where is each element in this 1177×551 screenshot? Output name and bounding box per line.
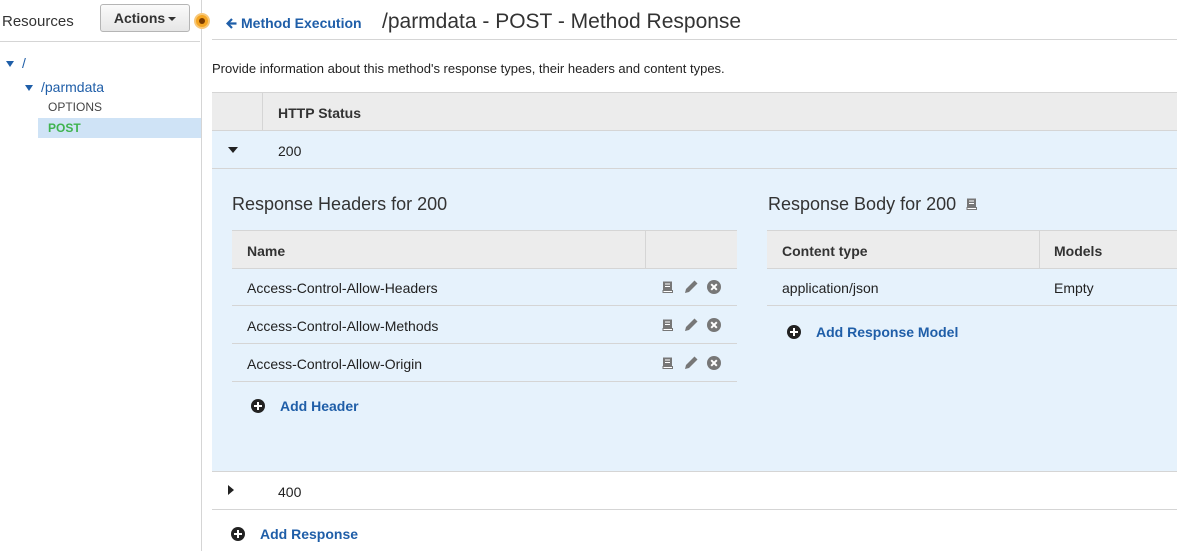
header-row-actions: [660, 279, 722, 295]
response-headers-title: Response Headers for 200: [232, 194, 448, 214]
header-row-actions: [660, 317, 722, 333]
header-row: Access-Control-Allow-Methods: [232, 307, 737, 344]
tree-method-options[interactable]: OPTIONS: [38, 97, 201, 117]
header-row: Access-Control-Allow-Headers: [232, 269, 737, 306]
body-table-header: Content type Models: [767, 230, 1177, 269]
column-divider: [645, 231, 646, 269]
add-response-model-link[interactable]: Add Response Model: [816, 324, 958, 340]
tree-item-parmdata[interactable]: /parmdata: [25, 79, 104, 95]
sidebar-header: Resources Actions: [0, 0, 200, 42]
collapse-caret-icon[interactable]: [228, 147, 238, 153]
status-code: 400: [278, 484, 302, 500]
headers-table-header: Name: [232, 230, 737, 269]
page-title: /parmdata - POST - Method Response: [382, 10, 742, 33]
pencil-icon[interactable]: [683, 279, 699, 295]
resize-handle-icon[interactable]: [194, 13, 210, 29]
column-divider: [1039, 231, 1040, 269]
actions-button-label: Actions: [113, 10, 166, 26]
book-icon[interactable]: [964, 196, 980, 212]
method-execution-label[interactable]: Method Execution: [241, 15, 362, 31]
status-code: 200: [278, 143, 302, 159]
book-icon[interactable]: [660, 279, 676, 295]
plus-circle-icon[interactable]: [787, 325, 801, 339]
arrow-left-icon: [225, 18, 237, 29]
response-body-title-text: Response Body for 200: [768, 194, 957, 214]
name-column-header: Name: [247, 243, 286, 259]
page-description: Provide information about this method's …: [212, 61, 725, 76]
tree-method-post[interactable]: POST: [38, 118, 201, 138]
models-column-header: Models: [1054, 243, 1103, 259]
remove-circle-icon[interactable]: [706, 279, 722, 295]
header-row: Access-Control-Allow-Origin: [232, 345, 737, 382]
status-table-header: HTTP Status: [212, 92, 1177, 132]
model-value: Empty: [1054, 280, 1094, 296]
actions-button[interactable]: Actions: [100, 4, 190, 32]
add-response-link[interactable]: Add Response: [260, 526, 358, 542]
caret-down-icon: [168, 17, 177, 22]
status-row-200[interactable]: 200: [212, 131, 1177, 169]
tree-item-root-label[interactable]: /: [22, 55, 26, 71]
pencil-icon[interactable]: [683, 317, 699, 333]
add-header-link[interactable]: Add Header: [280, 398, 359, 414]
header-name: Access-Control-Allow-Origin: [247, 356, 423, 372]
caret-down-icon[interactable]: [6, 61, 14, 68]
book-icon[interactable]: [660, 355, 676, 371]
header-name: Access-Control-Allow-Headers: [247, 280, 438, 296]
response-body-title: Response Body for 200: [768, 194, 980, 215]
tree-item-root[interactable]: /: [6, 55, 26, 71]
sidebar-title: Resources: [2, 13, 74, 30]
tree-item-parmdata-label[interactable]: /parmdata: [41, 79, 104, 95]
method-execution-link[interactable]: Method Execution: [225, 15, 362, 31]
remove-circle-icon[interactable]: [706, 317, 722, 333]
header-name: Access-Control-Allow-Methods: [247, 318, 439, 334]
pencil-icon[interactable]: [683, 355, 699, 371]
http-status-column-header: HTTP Status: [278, 105, 361, 121]
page-header: Method Execution /parmdata - POST - Meth…: [212, 0, 1177, 40]
remove-circle-icon[interactable]: [706, 355, 722, 371]
status-row-400[interactable]: 400: [212, 472, 1177, 510]
main-content: Method Execution /parmdata - POST - Meth…: [212, 0, 1177, 551]
column-divider: [262, 93, 263, 132]
resources-sidebar: Resources Actions / /parmdata OPTIONS PO…: [0, 0, 202, 551]
expand-caret-icon[interactable]: [228, 485, 234, 495]
plus-circle-icon[interactable]: [251, 399, 265, 413]
header-row-actions: [660, 355, 722, 371]
caret-down-icon[interactable]: [25, 85, 33, 92]
body-row: application/json Empty: [767, 269, 1177, 306]
status-200-details: Response Headers for 200 Name Access-Con…: [212, 169, 1177, 472]
book-icon[interactable]: [660, 317, 676, 333]
content-type-value: application/json: [782, 280, 879, 296]
content-type-column-header: Content type: [782, 243, 868, 259]
plus-circle-icon[interactable]: [231, 527, 245, 541]
